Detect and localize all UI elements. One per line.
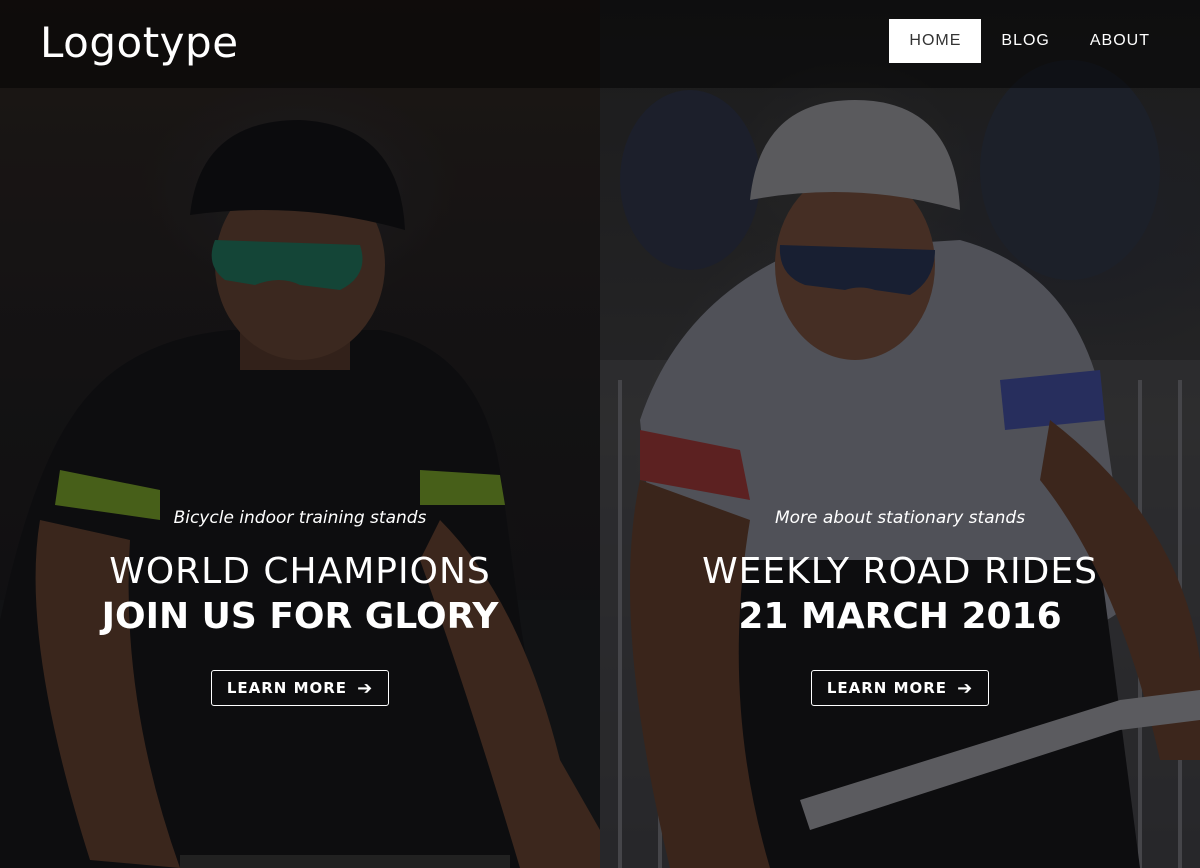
- image-dim-overlay: [600, 0, 1200, 868]
- arrow-right-icon: ➔: [957, 677, 974, 699]
- slide-title-bold: JOIN US FOR GLORY: [101, 596, 499, 637]
- learn-more-label: LEARN MORE: [226, 679, 348, 697]
- logo[interactable]: Logotype: [40, 18, 239, 67]
- learn-more-button[interactable]: LEARN MORE ➔: [210, 670, 390, 706]
- slide-caption-right: More about stationary stands WEEKLY ROAD…: [600, 508, 1200, 706]
- hero-panel-left: Bicycle indoor training stands WORLD CHA…: [0, 0, 600, 868]
- nav-item-home[interactable]: HOME: [889, 19, 982, 63]
- nav-item-about[interactable]: ABOUT: [1070, 19, 1170, 63]
- image-dim-overlay: [0, 0, 600, 868]
- slide-title-bold: 21 MARCH 2016: [738, 596, 1062, 637]
- top-navigation-bar: Logotype HOME BLOG ABOUT: [0, 0, 1200, 88]
- arrow-right-icon: ➔: [357, 677, 374, 699]
- hero-panel-right: More about stationary stands WEEKLY ROAD…: [600, 0, 1200, 868]
- learn-more-button[interactable]: LEARN MORE ➔: [810, 670, 990, 706]
- slide-kicker: More about stationary stands: [774, 508, 1026, 528]
- slide-kicker: Bicycle indoor training stands: [173, 508, 427, 528]
- learn-more-label: LEARN MORE: [826, 679, 948, 697]
- slide-title-light: WORLD CHAMPIONS: [109, 551, 491, 592]
- slide-title-light: WEEKLY ROAD RIDES: [702, 551, 1098, 592]
- main-nav: HOME BLOG ABOUT: [889, 19, 1170, 63]
- slide-caption-left: Bicycle indoor training stands WORLD CHA…: [0, 508, 600, 706]
- nav-item-blog[interactable]: BLOG: [981, 19, 1069, 63]
